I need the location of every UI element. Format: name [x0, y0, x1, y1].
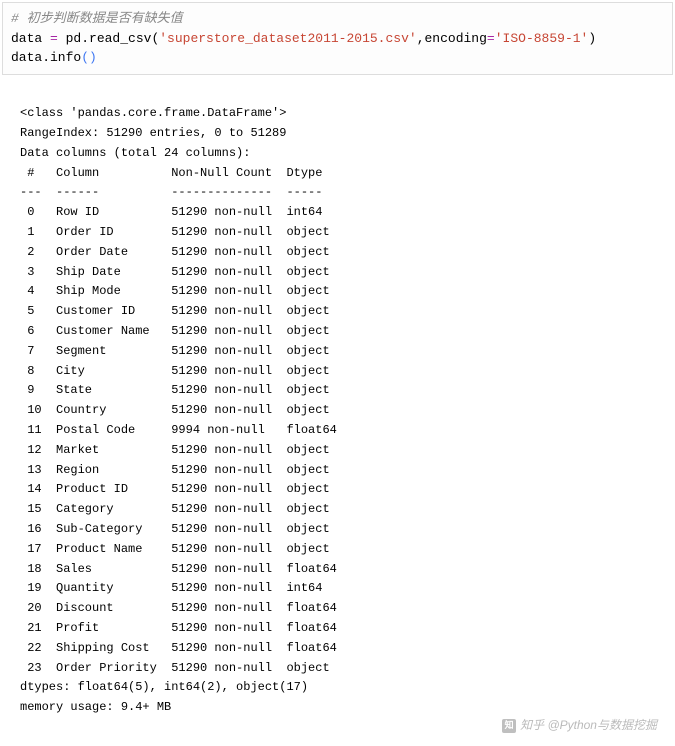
output-row: 11 Postal Code 9994 non-null float64 — [20, 423, 337, 437]
close-paren: ) — [89, 50, 97, 65]
code-call: data.info — [11, 50, 81, 65]
output-row: 22 Shipping Cost 51290 non-null float64 — [20, 641, 337, 655]
output-row: 9 State 51290 non-null object — [20, 383, 337, 397]
output-row: 8 City 51290 non-null object — [20, 364, 337, 378]
output-class: <class 'pandas.core.frame.DataFrame'> — [20, 106, 286, 120]
output-row: 19 Quantity 51290 non-null int64 — [20, 581, 337, 595]
code-func: pd.read_csv( — [58, 31, 159, 46]
string-literal: 'ISO-8859-1' — [495, 31, 589, 46]
output-row: 5 Customer ID 51290 non-null object — [20, 304, 337, 318]
output-memory: memory usage: 9.4+ MB — [20, 700, 171, 714]
output-row: 18 Sales 51290 non-null float64 — [20, 562, 337, 576]
output-row: 16 Sub-Category 51290 non-null object — [20, 522, 337, 536]
output-row: 3 Ship Date 51290 non-null object — [20, 265, 337, 279]
output-header: # Column Non-Null Count Dtype — [20, 166, 337, 180]
output-divider: --- ------ -------------- ----- — [20, 185, 337, 199]
watermark: 知 知乎 @Python与数据挖掘 — [502, 716, 657, 736]
watermark-text: 知乎 @Python与数据挖掘 — [520, 716, 657, 736]
output-row: 14 Product ID 51290 non-null object — [20, 482, 337, 496]
output-row: 10 Country 51290 non-null object — [20, 403, 337, 417]
zhihu-icon: 知 — [502, 719, 516, 733]
output-row: 6 Customer Name 51290 non-null object — [20, 324, 337, 338]
code-var: data — [11, 31, 50, 46]
assign-op: = — [50, 31, 58, 46]
code-text: ,encoding — [417, 31, 487, 46]
output-row: 7 Segment 51290 non-null object — [20, 344, 337, 358]
output-rangeindex: RangeIndex: 51290 entries, 0 to 51289 — [20, 126, 286, 140]
close-paren: ) — [588, 31, 596, 46]
string-literal: 'superstore_dataset2011-2015.csv' — [159, 31, 416, 46]
output-row: 20 Discount 51290 non-null float64 — [20, 601, 337, 615]
open-paren: ( — [81, 50, 89, 65]
output-row: 4 Ship Mode 51290 non-null object — [20, 284, 337, 298]
output-row: 21 Profit 51290 non-null float64 — [20, 621, 337, 635]
output-row: 2 Order Date 51290 non-null object — [20, 245, 337, 259]
output-cell: <class 'pandas.core.frame.DataFrame'> Ra… — [0, 77, 675, 746]
output-row: 23 Order Priority 51290 non-null object — [20, 661, 337, 675]
assign-op: = — [487, 31, 495, 46]
output-row: 15 Category 51290 non-null object — [20, 502, 337, 516]
output-row: 12 Market 51290 non-null object — [20, 443, 337, 457]
output-datacols: Data columns (total 24 columns): — [20, 146, 250, 160]
output-row: 1 Order ID 51290 non-null object — [20, 225, 337, 239]
output-row: 17 Product Name 51290 non-null object — [20, 542, 337, 556]
output-dtypes: dtypes: float64(5), int64(2), object(17) — [20, 680, 308, 694]
output-row: 0 Row ID 51290 non-null int64 — [20, 205, 337, 219]
code-comment: # 初步判断数据是否有缺失值 — [11, 11, 183, 26]
code-cell: # 初步判断数据是否有缺失值 data = pd.read_csv('super… — [2, 2, 673, 75]
output-row: 13 Region 51290 non-null object — [20, 463, 337, 477]
